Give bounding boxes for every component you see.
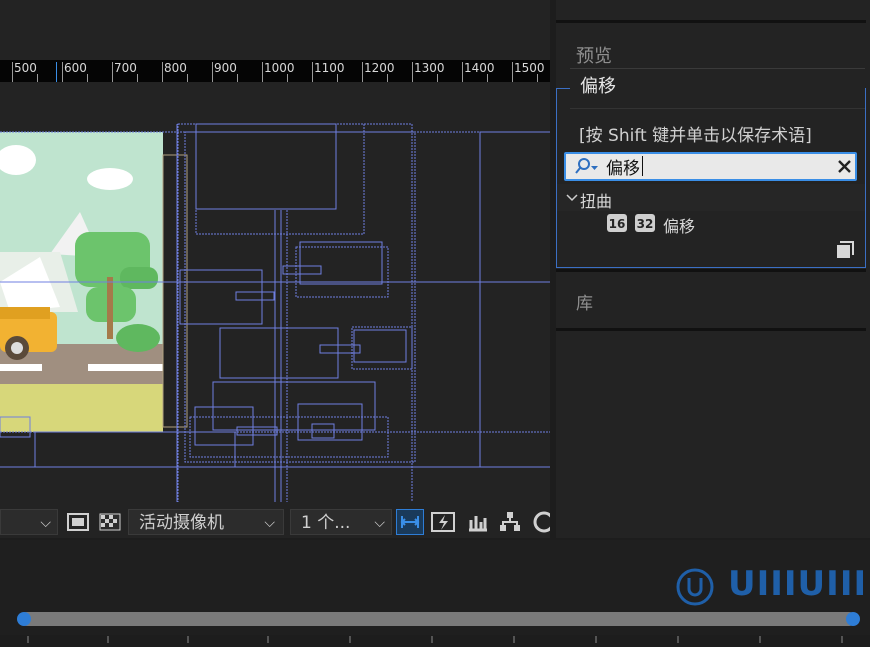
popup-divider — [570, 108, 865, 109]
viewer-toolbar: ⌵ 活动摄像机 ⌵ 1 个... ⌵ — [0, 503, 550, 538]
text-cursor — [642, 156, 643, 176]
view-layout-dropdown[interactable]: 1 个... ⌵ — [290, 509, 392, 535]
popup-hint: [按 Shift 键并单击以保存术语] — [579, 126, 812, 146]
composition-canvas[interactable] — [0, 82, 550, 502]
watermark-text: UIIIUIII — [728, 564, 868, 604]
ruler-tick — [262, 62, 263, 82]
effect-item[interactable] — [557, 211, 865, 237]
chevron-down-icon: ⌵ — [264, 515, 275, 531]
chevron-down-icon: ⌵ — [40, 515, 51, 531]
ruler-label: 1500 — [514, 61, 545, 75]
camera-label: 活动摄像机 — [139, 513, 224, 533]
ruler-label: 1300 — [414, 61, 445, 75]
category-label: 扭曲 — [580, 192, 613, 211]
ruler-tick — [12, 62, 13, 82]
composition-viewer[interactable] — [0, 82, 550, 502]
preview-panel-tab[interactable]: 预览 — [576, 42, 612, 68]
ruler-label: 1400 — [464, 61, 495, 75]
search-icon[interactable] — [572, 156, 600, 176]
ruler-tick — [362, 62, 363, 82]
pixel-aspect-toggle-icon[interactable] — [396, 509, 424, 535]
svg-text:16: 16 — [609, 217, 626, 231]
panel-divider — [556, 20, 866, 23]
ruler-label: 1100 — [314, 61, 345, 75]
ruler-tick — [112, 62, 113, 82]
ruler-label: 700 — [114, 61, 137, 75]
ruler-tick — [412, 62, 413, 82]
new-folder-icon[interactable] — [836, 241, 854, 259]
popup-title: 偏移 — [580, 76, 616, 97]
chevron-down-icon[interactable] — [565, 190, 579, 204]
clear-search-icon[interactable] — [836, 156, 854, 176]
ruler-tick — [512, 62, 513, 82]
search-input-value[interactable]: 偏移 — [606, 154, 640, 179]
reset-exposure-icon[interactable] — [532, 510, 550, 534]
magnification-dropdown[interactable]: ⌵ — [0, 509, 58, 535]
flowchart-icon[interactable] — [498, 510, 522, 534]
effect-name: 偏移 — [663, 217, 696, 236]
fast-preview-icon[interactable] — [430, 510, 458, 534]
ruler-label: 800 — [164, 61, 187, 75]
panel-divider — [556, 269, 866, 272]
work-area-bar[interactable] — [20, 612, 856, 626]
ruler-tick — [312, 62, 313, 82]
ruler-tick — [212, 62, 213, 82]
ruler-tick — [162, 62, 163, 82]
region-of-interest-icon[interactable] — [66, 510, 90, 534]
16bpc-icon: 16 — [606, 213, 628, 233]
time-ruler-ticks — [0, 628, 870, 643]
ruler-label: 600 — [64, 61, 87, 75]
ruler-tick — [62, 62, 63, 82]
ruler-tick — [462, 62, 463, 82]
ruler-label: 900 — [214, 61, 237, 75]
camera-dropdown[interactable]: 活动摄像机 ⌵ — [128, 509, 284, 535]
32bpc-icon: 32 — [634, 213, 656, 233]
view-layout-label: 1 个... — [301, 513, 351, 533]
work-area-end-handle[interactable] — [846, 612, 860, 626]
library-panel-tab[interactable]: 库 — [576, 289, 593, 314]
transparency-grid-icon[interactable] — [98, 510, 122, 534]
panel-divider — [556, 328, 866, 331]
ruler-playhead-tick — [56, 62, 57, 82]
ruler-label: 1200 — [364, 61, 395, 75]
timeline-icon[interactable] — [466, 510, 490, 534]
horizontal-ruler: 500 600 700 800 900 1000 1100 1200 1300 … — [0, 60, 550, 82]
work-area-start-handle[interactable] — [17, 612, 31, 626]
svg-text:32: 32 — [637, 217, 654, 231]
chevron-down-icon: ⌵ — [374, 515, 385, 531]
ruler-label: 1000 — [264, 61, 295, 75]
ruler-label: 500 — [14, 61, 37, 75]
